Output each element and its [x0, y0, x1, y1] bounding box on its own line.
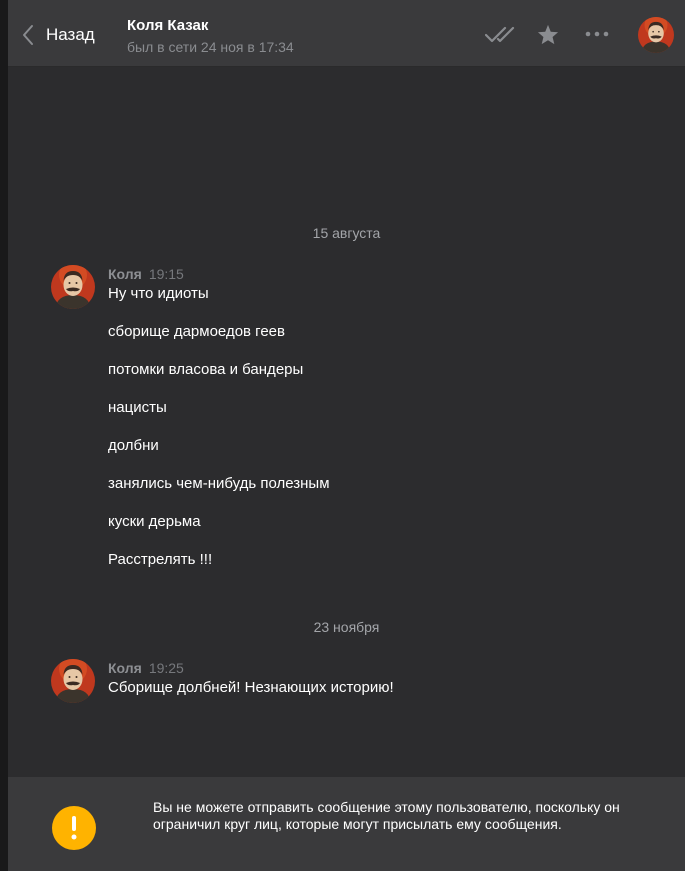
message-meta: Коля 19:15 — [108, 265, 648, 283]
message-body: Коля 19:25 Сборище долбней! Незнающих ист… — [108, 659, 648, 698]
message-author[interactable]: Коля — [108, 660, 142, 676]
peer-name[interactable]: Коля Казак — [127, 16, 294, 35]
message-meta: Коля 19:25 — [108, 659, 648, 677]
avatar[interactable] — [638, 17, 674, 53]
message-author[interactable]: Коля — [108, 266, 142, 282]
message-text: Ну что идиоты — [108, 285, 209, 302]
date-separator: 23 ноября — [313, 619, 380, 635]
avatar[interactable] — [51, 265, 95, 309]
message-time[interactable]: 19:15 — [149, 266, 184, 282]
warning-icon — [52, 806, 96, 850]
back-label: Назад — [46, 25, 95, 44]
message-text: нацисты — [108, 399, 167, 416]
peer-status: был в сети 24 ноя в 17:34 — [127, 39, 294, 55]
message-text: Сборище долбней! Незнающих историю! — [108, 679, 394, 696]
back-button[interactable]: Назад — [22, 22, 95, 48]
star-icon[interactable] — [534, 22, 562, 46]
avatar[interactable] — [51, 659, 95, 703]
double-check-icon[interactable] — [484, 22, 520, 46]
chevron-left-icon — [22, 24, 34, 46]
message-text: занялись чем-нибудь полезным — [108, 475, 330, 492]
more-icon[interactable] — [583, 22, 611, 46]
message-text: Расстрелять !!! — [108, 551, 213, 568]
message-time[interactable]: 19:25 — [149, 660, 184, 676]
peer-info[interactable]: Коля Казак был в сети 24 ноя в 17:34 — [127, 16, 294, 57]
message-body: Коля 19:15 Ну что идиоты сборище дармоедо… — [108, 265, 648, 570]
message-text: куски дерьма — [108, 513, 201, 530]
message-text: сборище дармоедов геев — [108, 323, 285, 340]
write-restriction-notice: Вы не можете отправить сообщение этому п… — [8, 777, 685, 871]
messenger-window: Назад Коля Казак был в сети 24 ноя в 17:… — [0, 0, 685, 871]
notice-text: Вы не можете отправить сообщение этому п… — [153, 799, 620, 832]
message-history[interactable]: 15 августа Коля 19:15 Ну что идиоты сбор… — [8, 67, 685, 777]
date-separator: 15 августа — [312, 225, 381, 241]
message-text: долбни — [108, 437, 159, 454]
chat-header: Назад Коля Казак был в сети 24 ноя в 17:… — [8, 0, 685, 67]
message-text: потомки власова и бандеры — [108, 361, 304, 378]
